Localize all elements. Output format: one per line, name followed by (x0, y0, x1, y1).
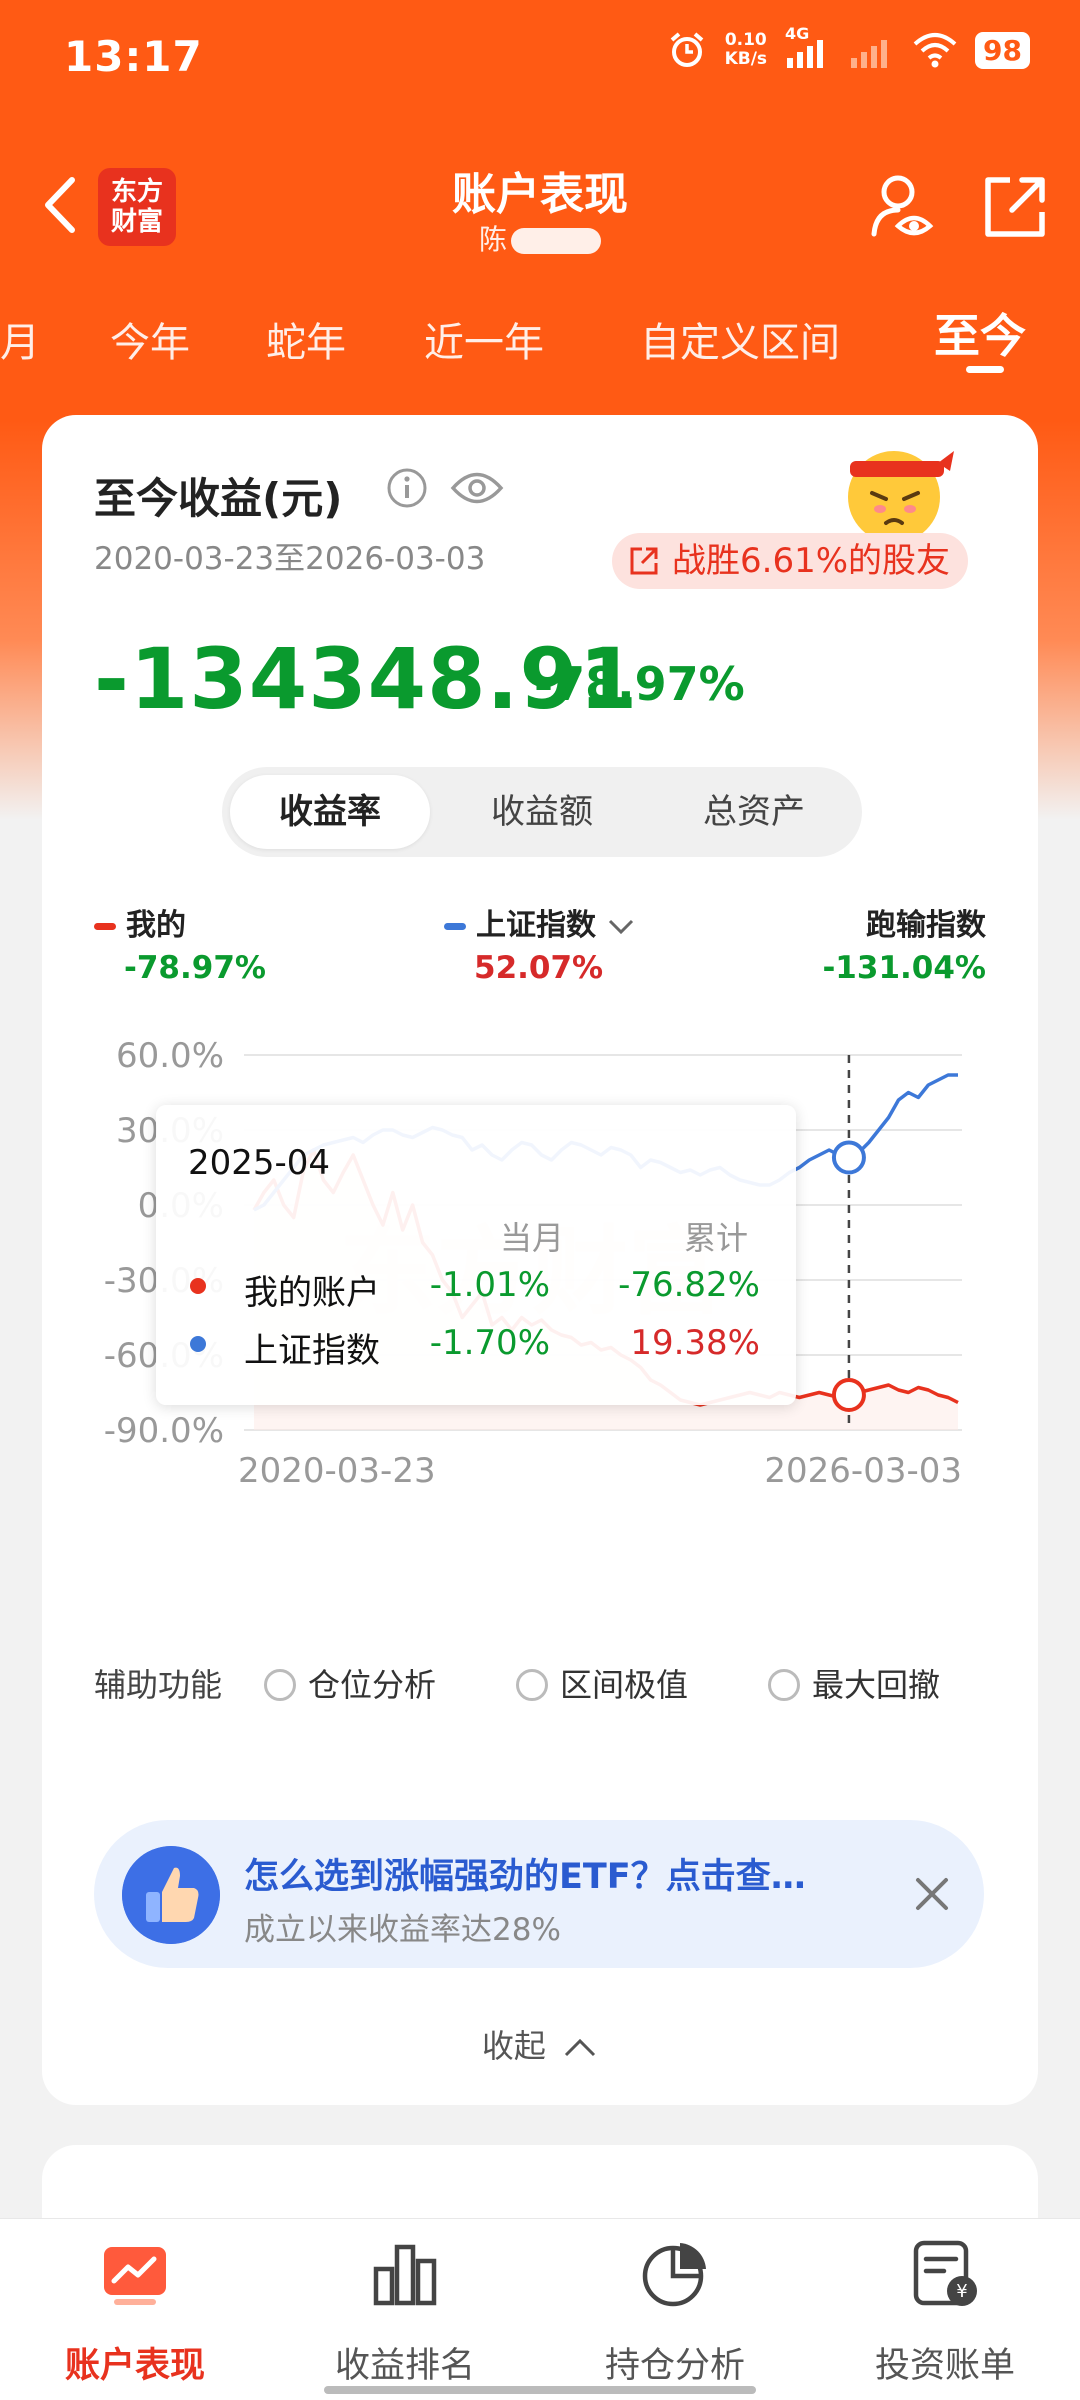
aux-max-drawdown[interactable]: 最大回撤 (768, 1660, 940, 1706)
nav-label: 持仓分析 (604, 2346, 745, 2386)
nav-investment-bill[interactable]: ¥ 投资账单 (810, 2239, 1080, 2389)
tooltip-index-total: 19.38% (630, 1323, 760, 1363)
tab-month[interactable]: 月 (0, 310, 40, 368)
radio-icon (768, 1669, 800, 1701)
account-name-text: 陈 (478, 223, 507, 256)
beat-text: 战胜6.61%的股友 (672, 541, 951, 581)
home-indicator (324, 2386, 756, 2394)
tooltip-mine-total: -76.82% (618, 1265, 760, 1305)
nav-label: 投资账单 (874, 2346, 1015, 2386)
legend-lag: 跑输指数 (866, 900, 986, 944)
tab-total-assets[interactable]: 总资产 (654, 775, 854, 849)
chevron-down-icon (609, 919, 634, 934)
info-icon[interactable] (386, 467, 428, 509)
tab-profit-amount[interactable]: 收益额 (442, 775, 642, 849)
tab-since-inception[interactable]: 至今 (934, 300, 1026, 373)
x-start-label: 2020-03-23 (238, 1451, 436, 1491)
y-tick-label: 60.0% (116, 1036, 224, 1076)
y-tick-label: -90.0% (104, 1411, 224, 1451)
aux-range-extremes[interactable]: 区间极值 (516, 1660, 688, 1706)
tooltip-mine-name: 我的账户 (244, 1273, 380, 1313)
thumbs-up-icon (122, 1846, 220, 1944)
status-time: 13:17 (64, 32, 203, 81)
nav-holdings-analysis[interactable]: 持仓分析 (540, 2239, 810, 2389)
nav-profit-ranking[interactable]: 收益排名 (270, 2239, 540, 2389)
share-small-icon (630, 547, 658, 575)
status-icons: 0.10 KB/s 4G 98 (667, 24, 1030, 70)
index-marker (831, 1140, 866, 1175)
legend-index-label: 上证指数 (476, 908, 596, 943)
nav-label: 账户表现 (64, 2346, 205, 2386)
legend-lag-label: 跑输指数 (866, 908, 986, 943)
tooltip-col-total: 累计 (684, 1219, 749, 1257)
tooltip-index-dot (190, 1336, 206, 1352)
tab-return-rate[interactable]: 收益率 (230, 775, 430, 849)
beat-friends-badge[interactable]: 战胜6.61%的股友 (612, 533, 969, 589)
name-mask (511, 228, 601, 254)
battery-indicator: 98 (975, 31, 1030, 69)
cell-signal-icon: 4G (785, 24, 831, 70)
eye-icon[interactable] (450, 467, 504, 509)
legend-index-swatch (444, 923, 466, 930)
svg-text:¥: ¥ (956, 2281, 967, 2302)
tab-this-year[interactable]: 今年 (110, 310, 190, 368)
collapse-button[interactable]: 收起 (42, 2021, 1038, 2067)
aux-label: 辅助功能 (94, 1666, 223, 1704)
aux-option-label: 最大回撤 (812, 1666, 941, 1704)
tooltip-month: 2025-04 (188, 1143, 331, 1183)
collapse-label: 收起 (481, 2027, 546, 2065)
legend-mine: 我的 (94, 900, 186, 944)
radio-icon (264, 1669, 296, 1701)
tooltip-index-name: 上证指数 (244, 1331, 380, 1371)
nav-label: 收益排名 (334, 2346, 475, 2386)
metric-tabs: 收益率 收益额 总资产 (222, 767, 862, 857)
aux-option-label: 区间极值 (560, 1666, 689, 1704)
card-title: 至今收益(元) (94, 474, 343, 523)
tooltip-index-month: -1.70% (429, 1323, 550, 1363)
app-header: 东方 财富 账户表现 陈 (0, 150, 1080, 270)
aux-position-analysis[interactable]: 仓位分析 (264, 1660, 436, 1706)
total-profit-percent: -78.97% (534, 657, 745, 711)
radio-icon (516, 1669, 548, 1701)
bill-icon: ¥ (913, 2240, 977, 2306)
legend-index-selector[interactable]: 上证指数 (444, 900, 636, 944)
close-icon[interactable] (910, 1872, 954, 1916)
net-speed: 0.10 KB/s (725, 31, 767, 69)
tab-last-year[interactable]: 近一年 (424, 310, 544, 368)
network-type: 4G (785, 24, 810, 43)
share-icon[interactable] (980, 172, 1050, 242)
legend-mine-label: 我的 (126, 908, 186, 943)
legend-mine-swatch (94, 923, 116, 930)
status-bar: 13:17 0.10 KB/s 4G 98 (0, 0, 1080, 110)
tab-snake-year[interactable]: 蛇年 (266, 310, 346, 368)
wifi-icon (913, 33, 957, 68)
chart-tooltip: 2025-04 当月 累计 我的账户 -1.01% -76.82% 上证指数 -… (156, 1105, 796, 1405)
tab-custom-range[interactable]: 自定义区间 (640, 310, 840, 368)
nav-account-performance[interactable]: 账户表现 (0, 2239, 270, 2389)
aux-option-label: 仓位分析 (308, 1666, 437, 1704)
mine-marker (831, 1378, 866, 1412)
performance-card: 至今收益(元) 2020-03-23至2026-03-03 战胜6.61%的股友… (42, 415, 1038, 2105)
etf-promo-banner[interactable]: 怎么选到涨幅强劲的ETF？点击查… 成立以来收益率达28% (94, 1820, 984, 1968)
x-end-label: 2026-03-03 (764, 1451, 962, 1491)
bar-chart-icon (373, 2244, 437, 2306)
date-range: 2020-03-23至2026-03-03 (94, 541, 486, 577)
pie-chart-icon (642, 2243, 706, 2307)
bottom-nav: 账户表现 收益排名 持仓分析 ¥ 投资账单 (0, 2218, 1080, 2400)
promo-subtitle: 成立以来收益率达28% (244, 1912, 561, 1948)
net-speed-unit: KB/s (724, 49, 768, 69)
chevron-up-icon (565, 2038, 596, 2057)
tooltip-col-month: 当月 (500, 1219, 565, 1257)
chart-icon (104, 2247, 166, 2305)
cell-signal-2-icon (851, 40, 888, 68)
mascot-emoji-icon (848, 451, 954, 543)
period-tabs: 月 今年 蛇年 近一年 自定义区间 至今 (0, 300, 1080, 380)
privacy-user-icon[interactable] (868, 172, 938, 242)
alarm-icon (670, 32, 703, 67)
tooltip-mine-month: -1.01% (429, 1265, 550, 1305)
net-speed-value: 0.10 (724, 30, 767, 50)
promo-title: 怎么选到涨幅强劲的ETF？点击查… (244, 1857, 806, 1897)
tooltip-mine-dot (190, 1278, 206, 1294)
